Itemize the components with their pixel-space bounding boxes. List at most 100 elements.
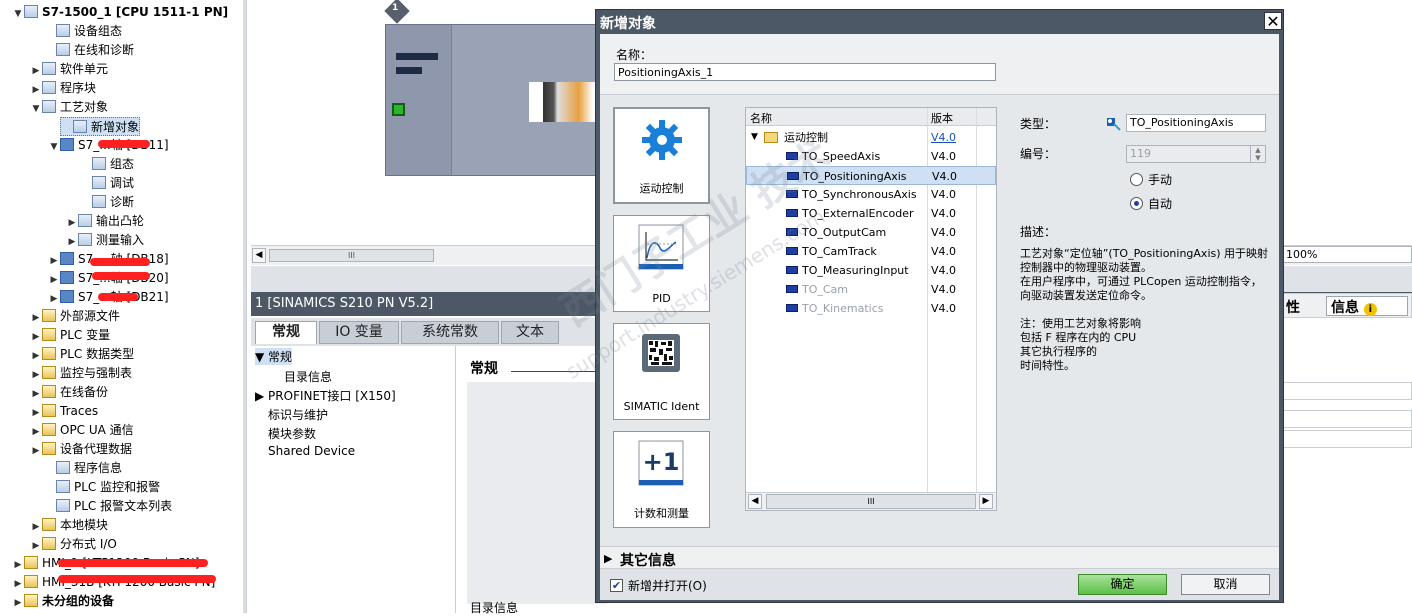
inspector-nav: ▼ 常规 目录信息 ▶ PROFINET接口 [X150] 标识与维护 模块参数… [251, 346, 456, 613]
tree-item[interactable]: ▶ PLC 数据类型 [30, 345, 134, 364]
motion-control-gear-icon [642, 120, 682, 160]
tree-item[interactable]: ▶ 分布式 I/O [30, 535, 117, 554]
number-field[interactable]: 119 [1126, 145, 1266, 163]
description-line: 注：使用工艺对象将影响 [1020, 317, 1141, 330]
tree-item-label: 分布式 I/O [60, 537, 117, 551]
sinamics-drive-image[interactable] [529, 82, 600, 122]
list-item-name: TO_Kinematics [802, 302, 884, 315]
tree-item[interactable]: ▶ 软件单元 [30, 60, 108, 79]
output-cam-icon [78, 214, 92, 227]
tree-item[interactable]: 设备组态 [44, 22, 122, 41]
tree-item[interactable]: ▶ Traces [30, 402, 98, 421]
tree-item[interactable]: ▶ 输出凸轮 [66, 212, 144, 231]
list-item[interactable]: TO_Kinematics V4.0 [746, 299, 996, 318]
nav-profinet-interface[interactable]: ▶ PROFINET接口 [X150] [255, 387, 396, 404]
tree-item[interactable]: ▶ OPC UA 通信 [30, 421, 134, 440]
tree-item[interactable]: ▶ 本地模块 [30, 516, 108, 535]
tree-item-label: 测量输入 [96, 233, 145, 247]
tree-item-label: 设备代理数据 [60, 442, 133, 456]
content-panel [467, 382, 607, 604]
list-item-name: TO_Cam [802, 283, 849, 296]
tree-item[interactable]: ▶ 测量输入 [66, 231, 144, 250]
scroll-right-button[interactable]: ▶ [979, 494, 993, 509]
tree-item[interactable]: ▶ 监控与强制表 [30, 364, 132, 383]
tree-item[interactable]: PLC 监控和报警 [44, 478, 160, 497]
nav-module-parameters[interactable]: 模块参数 [268, 425, 316, 442]
nav-general[interactable]: ▼ 常规 [255, 348, 293, 365]
radio-manual[interactable] [1130, 173, 1143, 186]
tree-item[interactable]: ▼ 工艺对象 [30, 98, 108, 117]
profinet-port-icon[interactable] [392, 103, 405, 116]
tab-general[interactable]: 常规 [255, 321, 317, 344]
name-input[interactable] [614, 63, 996, 81]
column-name-header[interactable]: 名称 [750, 110, 772, 126]
tree-item[interactable]: ▶ 未分组的设备 [12, 592, 114, 611]
tab-texts[interactable]: 文本 [501, 321, 559, 344]
expand-arrow-icon[interactable]: ▼ [48, 138, 60, 157]
tree-item-label: 新增对象 [91, 120, 140, 134]
scroll-thumb[interactable]: III [269, 249, 434, 262]
expand-arrow-icon[interactable]: ▶ [12, 594, 24, 613]
tree-item[interactable]: ▶ PLC 变量 [30, 326, 110, 345]
radio-auto[interactable] [1130, 197, 1143, 210]
scroll-left-button[interactable]: ◀ [252, 248, 266, 263]
tree-item[interactable]: ▶ 设备代理数据 [30, 440, 132, 459]
tree-item[interactable]: 调试 [80, 174, 134, 193]
category-counting-measuring[interactable]: +1 计数和测量 [613, 431, 710, 528]
tab-system-constants[interactable]: 系统常数 [401, 321, 499, 344]
expand-arrow-icon[interactable]: ▶ [604, 552, 612, 565]
tree-item[interactable]: ▶ 程序块 [30, 79, 96, 98]
ok-button[interactable]: 确定 [1078, 574, 1167, 595]
zoom-level[interactable]: 100% [1283, 246, 1412, 263]
description-line: 工艺对象“定位轴”(TO_PositioningAxis) 用于映射控制器中的物… [1020, 247, 1269, 274]
nav-shared-device[interactable]: Shared Device [268, 444, 355, 458]
tree-item-label: PLC 报警文本列表 [74, 499, 173, 513]
list-item-version: V4.0 [931, 245, 957, 258]
list-item[interactable]: TO_MeasuringInput V4.0 [746, 261, 996, 280]
right-row [1283, 410, 1412, 428]
tab-properties[interactable]: 性 [1286, 297, 1300, 317]
right-panel [1283, 318, 1412, 613]
cancel-button[interactable]: 取消 [1181, 574, 1270, 595]
expand-arrow-icon[interactable]: ▼ [12, 5, 24, 24]
tree-item[interactable]: 组态 [80, 155, 134, 174]
more-info-section[interactable]: ▶ 其它信息 [600, 546, 1279, 569]
tree-item[interactable]: 在线和诊断 [44, 41, 134, 60]
tree-item-label: 程序信息 [74, 461, 123, 475]
software-units-icon [42, 62, 56, 75]
tree-item[interactable]: 程序信息 [44, 459, 122, 478]
list-item-version: V4.0 [931, 302, 957, 315]
tab-info[interactable]: 信息 i [1326, 296, 1408, 316]
folder-version[interactable]: V4.0 [931, 128, 956, 147]
nav-identification[interactable]: 标识与维护 [268, 406, 328, 423]
rack-number: 1 [392, 3, 399, 13]
tree-item[interactable]: PLC 报警文本列表 [44, 497, 172, 516]
description-line: 包括 F 程序在内的 CPU [1020, 331, 1137, 344]
tree-item[interactable]: 新增对象 [60, 117, 141, 136]
category-motion-control[interactable]: 运动控制 [613, 107, 710, 204]
positioning-axis-icon [1105, 115, 1121, 131]
tree-item[interactable]: 诊断 [80, 193, 134, 212]
dialog-body: 名称： 运动控制 [600, 34, 1279, 600]
list-scrollbar[interactable]: ◀ III ▶ [746, 492, 996, 510]
list-item[interactable]: TO_Cam V4.0 [746, 280, 996, 299]
collapse-arrow-icon[interactable]: ▼ [751, 128, 758, 147]
column-version-header[interactable]: 版本 [931, 110, 953, 126]
add-and-open-checkbox[interactable]: ✔ [610, 579, 623, 592]
diagnostics-icon [92, 195, 106, 208]
tree-scrollbar[interactable] [243, 0, 246, 613]
tree-item-label: PLC 变量 [60, 328, 111, 342]
local-modules-icon [42, 518, 56, 531]
cpu-slot[interactable] [386, 25, 452, 175]
scroll-thumb[interactable]: III [766, 494, 976, 509]
expand-arrow-icon[interactable]: ▼ [30, 100, 42, 119]
expand-arrow-icon[interactable]: ▶ [30, 442, 42, 461]
tab-io-tags[interactable]: IO 变量 [319, 321, 399, 344]
scroll-left-button[interactable]: ◀ [748, 494, 762, 509]
tree-item[interactable]: ▶ 在线备份 [30, 383, 108, 402]
close-icon[interactable]: ✕ [1264, 12, 1282, 30]
tree-item[interactable]: ▼ S7-1500_1 [CPU 1511-1 PN] [12, 3, 228, 22]
tree-item[interactable]: ▶ 外部源文件 [30, 307, 120, 326]
nav-catalog-info[interactable]: 目录信息 [284, 368, 332, 385]
number-stepper[interactable]: ▲ ▼ [1250, 146, 1265, 162]
